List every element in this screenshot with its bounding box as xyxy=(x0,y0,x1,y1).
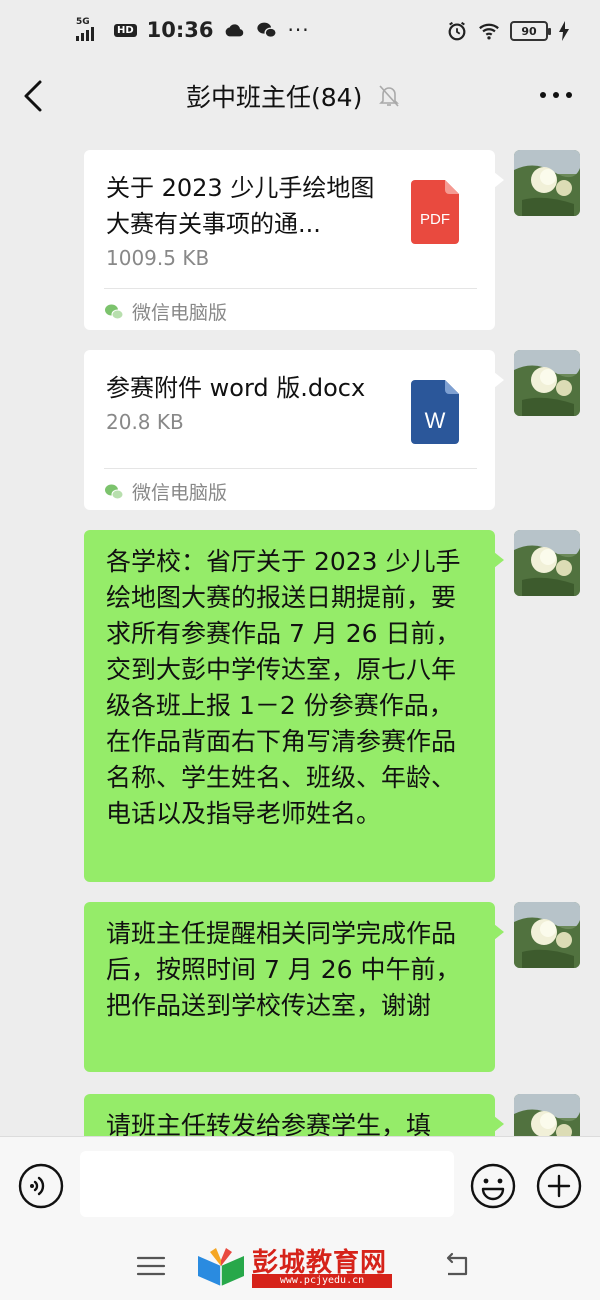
hd-badge: HD xyxy=(114,23,137,37)
input-bar xyxy=(0,1136,600,1232)
message-text: 请班主任提醒相关同学完成作品后，按照时间 7 月 26 中午前，把作品送到学校传… xyxy=(106,919,461,1020)
book-logo-icon xyxy=(198,1248,244,1286)
wechat-mini-icon xyxy=(105,484,124,499)
pdf-icon-label: PDF xyxy=(420,211,450,228)
avatar[interactable] xyxy=(514,902,580,968)
watermark-url: www.pcjyedu.cn xyxy=(252,1274,392,1288)
voice-input-icon[interactable] xyxy=(18,1163,64,1209)
source-label: 微信电脑版 xyxy=(104,478,227,505)
wechat-notification-icon xyxy=(256,22,277,39)
emoji-icon[interactable] xyxy=(470,1163,516,1209)
more-notifications-icon: ··· xyxy=(287,18,310,42)
watermark-logo: 彭城教育网 www.pcjyedu.cn xyxy=(196,1242,396,1292)
signal-icon: 5G xyxy=(76,17,104,41)
message-row: 请班主任提醒相关同学完成作品后，按照时间 7 月 26 中午前，把作品送到学校传… xyxy=(0,902,600,1074)
file-name: 参赛附件 word 版.docx xyxy=(106,374,366,402)
message-row: 请班主任转发给参赛学生，填 xyxy=(0,1094,600,1136)
avatar[interactable] xyxy=(514,150,580,216)
system-nav-bar: 彭城教育网 www.pcjyedu.cn xyxy=(0,1232,600,1300)
pdf-icon: PDF xyxy=(411,180,459,244)
back-arrow-icon[interactable] xyxy=(18,78,52,114)
message-input[interactable] xyxy=(80,1151,454,1217)
alarm-icon xyxy=(448,21,466,41)
text-bubble[interactable]: 各学校：省厅关于 2023 少儿手绘地图大赛的报送日期提前，要求所有参赛作品 7… xyxy=(84,530,504,882)
cloud-icon xyxy=(225,24,243,37)
status-bar: 5G HD 10:36 ··· 90 xyxy=(0,0,600,64)
plus-icon[interactable] xyxy=(536,1163,582,1209)
avatar[interactable] xyxy=(514,530,580,596)
mute-bell-icon xyxy=(379,85,400,107)
word-icon: W xyxy=(411,380,459,444)
wechat-mini-icon xyxy=(105,304,124,319)
avatar[interactable] xyxy=(514,1094,580,1136)
file-name: 关于 2023 少儿手绘地图大赛有关事项的通... xyxy=(106,174,375,238)
avatar[interactable] xyxy=(514,350,580,416)
clock: 10:36 xyxy=(146,18,214,42)
file-size: 1009.5 KB xyxy=(106,246,210,270)
file-size: 20.8 KB xyxy=(106,410,184,434)
message-text: 各学校：省厅关于 2023 少儿手绘地图大赛的报送日期提前，要求所有参赛作品 7… xyxy=(106,547,461,828)
divider xyxy=(104,468,477,469)
wifi-icon xyxy=(479,23,499,40)
message-text: 请班主任转发给参赛学生，填 xyxy=(106,1111,432,1136)
network-type: 5G xyxy=(76,17,90,27)
battery-level: 90 xyxy=(521,24,537,38)
nav-back-icon[interactable] xyxy=(442,1252,472,1278)
message-list[interactable]: 关于 2023 少儿手绘地图大赛有关事项的通... 1009.5 KB PDF … xyxy=(0,130,600,1136)
more-options-icon[interactable] xyxy=(540,90,572,100)
message-row: 参赛附件 word 版.docx 20.8 KB W 微信电脑版 xyxy=(0,350,600,512)
chat-title: 彭中班主任(84) xyxy=(186,83,363,112)
chat-header: 彭中班主任(84) xyxy=(0,64,600,130)
message-row: 关于 2023 少儿手绘地图大赛有关事项的通... 1009.5 KB PDF … xyxy=(0,150,600,332)
battery-icon: 90 xyxy=(510,21,551,41)
divider xyxy=(104,288,477,289)
file-card[interactable]: 参赛附件 word 版.docx 20.8 KB W 微信电脑版 xyxy=(84,350,504,510)
charging-icon xyxy=(559,21,569,41)
word-icon-label: W xyxy=(425,408,446,433)
text-bubble[interactable]: 请班主任提醒相关同学完成作品后，按照时间 7 月 26 中午前，把作品送到学校传… xyxy=(84,902,504,1072)
source-label: 微信电脑版 xyxy=(104,298,227,325)
source-text: 微信电脑版 xyxy=(132,482,228,504)
text-bubble[interactable]: 请班主任转发给参赛学生，填 xyxy=(84,1094,504,1136)
menu-icon[interactable] xyxy=(136,1254,166,1278)
source-text: 微信电脑版 xyxy=(132,302,228,324)
message-row: 各学校：省厅关于 2023 少儿手绘地图大赛的报送日期提前，要求所有参赛作品 7… xyxy=(0,530,600,884)
file-card[interactable]: 关于 2023 少儿手绘地图大赛有关事项的通... 1009.5 KB PDF … xyxy=(84,150,504,330)
